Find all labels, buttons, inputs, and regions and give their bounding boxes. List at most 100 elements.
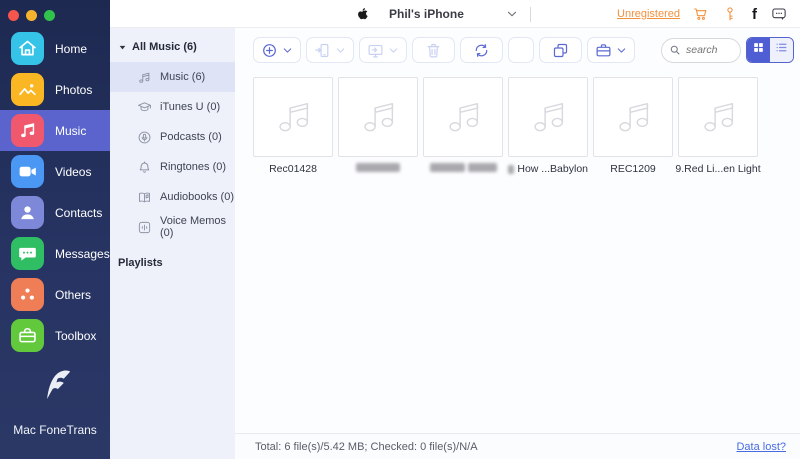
add-button[interactable] [253, 37, 301, 63]
redacted-text [429, 163, 465, 172]
library-item-podcasts[interactable]: Podcasts (0) [110, 122, 235, 152]
home-icon [11, 32, 44, 65]
ringtone-button[interactable] [508, 37, 534, 63]
library-item-voice-memos[interactable]: Voice Memos (0) [110, 212, 235, 242]
minimize-window-button[interactable] [26, 10, 37, 21]
view-toggle [746, 37, 794, 63]
library-item-label: Music (6) [160, 71, 206, 83]
library-item-label: Voice Memos (0) [160, 215, 227, 239]
contacts-icon [11, 196, 44, 229]
sidebar-item-photos[interactable]: Photos [0, 69, 110, 110]
sidebar-item-toolbox[interactable]: Toolbox [0, 315, 110, 356]
others-icon [11, 278, 44, 311]
music-note-thumbnail-icon[interactable] [423, 77, 503, 157]
music-note-thumbnail-icon[interactable] [253, 77, 333, 157]
sidebar-item-label: Videos [55, 164, 92, 179]
app-window: Home Photos Music Videos Contacts Messages Oth… [0, 0, 800, 459]
sidebar-item-home[interactable]: Home [0, 28, 110, 69]
music-note-thumbnail-icon[interactable] [338, 77, 418, 157]
library-sidebar: All Music (6) Music (6) iTunes U (0) Podca… [110, 28, 235, 459]
library-group-label: All Music (6) [132, 41, 197, 53]
cart-icon[interactable] [693, 6, 709, 22]
library-item-label: Audiobooks (0) [160, 191, 234, 203]
search-input[interactable] [686, 44, 733, 56]
toolbox-icon [11, 319, 44, 352]
toolbox-button[interactable] [587, 37, 635, 63]
sidebar-item-videos[interactable]: Videos [0, 151, 110, 192]
device-name: Phil's iPhone [389, 7, 464, 21]
library-item-ringtones[interactable]: Ringtones (0) [110, 152, 235, 182]
library-item-label: iTunes U (0) [160, 101, 221, 113]
sidebar-item-music[interactable]: Music [0, 110, 110, 151]
apple-icon [356, 6, 370, 22]
data-lost-link[interactable]: Data lost? [736, 441, 786, 453]
app-name: Mac FoneTrans [13, 423, 97, 437]
library-item-audiobooks[interactable]: Audiobooks (0) [110, 182, 235, 212]
music-note-icon [137, 70, 152, 85]
file-name: 9.Red Li...en Light [675, 163, 761, 175]
chevron-down-icon [282, 45, 293, 56]
content-area: Rec01428 How ...Babylon REC1209 9.Red Li...… [235, 28, 800, 433]
main-sidebar: Home Photos Music Videos Contacts Messages Oth… [0, 0, 110, 459]
audiobook-icon [137, 190, 152, 205]
refresh-button[interactable] [460, 37, 503, 63]
music-file-card[interactable] [423, 77, 503, 175]
sidebar-item-label: Music [55, 123, 87, 138]
music-note-thumbnail-icon[interactable] [678, 77, 758, 157]
playlists-header[interactable]: Playlists [110, 242, 235, 269]
music-file-card[interactable]: How ...Babylon [508, 77, 588, 175]
export-to-device-button[interactable] [306, 37, 354, 63]
sidebar-item-label: Toolbox [55, 328, 97, 343]
search-box [661, 37, 741, 63]
status-bar: Total: 6 file(s)/5.42 MB; Checked: 0 fil… [235, 433, 800, 459]
close-window-button[interactable] [8, 10, 19, 21]
file-name: REC1209 [610, 163, 656, 175]
library-group-header[interactable]: All Music (6) [110, 28, 235, 62]
music-file-card[interactable]: 9.Red Li...en Light [675, 77, 761, 175]
library-item-music[interactable]: Music (6) [110, 62, 235, 92]
music-file-card[interactable]: Rec01428 [253, 77, 333, 175]
photos-icon [11, 73, 44, 106]
sidebar-item-label: Photos [55, 82, 93, 97]
facebook-icon[interactable]: f [751, 7, 758, 22]
device-selector[interactable]: Phil's iPhone [356, 0, 531, 28]
sidebar-nav: Home Photos Music Videos Contacts Messages Oth… [0, 28, 110, 356]
app-logo-icon [37, 370, 73, 408]
zoom-window-button[interactable] [44, 10, 55, 21]
redacted-text [467, 163, 497, 172]
sidebar-item-contacts[interactable]: Contacts [0, 192, 110, 233]
redacted-text [356, 163, 400, 172]
dedupe-button[interactable] [539, 37, 582, 63]
music-icon [11, 114, 44, 147]
search-icon [669, 44, 681, 56]
register-key-icon[interactable] [722, 6, 738, 22]
grid-view-icon [752, 41, 765, 59]
sidebar-item-others[interactable]: Others [0, 274, 110, 315]
collapse-triangle-icon[interactable] [118, 43, 127, 52]
list-view-button[interactable] [770, 38, 793, 62]
sidebar-item-messages[interactable]: Messages [0, 233, 110, 274]
divider [529, 6, 531, 22]
delete-button[interactable] [412, 37, 455, 63]
file-name [338, 163, 418, 172]
export-to-computer-button[interactable] [359, 37, 407, 63]
podcast-icon [137, 130, 152, 145]
feedback-icon[interactable] [771, 6, 787, 22]
grid-view-button[interactable] [747, 38, 770, 62]
chevron-down-icon[interactable] [506, 8, 518, 20]
library-item-itunes-u[interactable]: iTunes U (0) [110, 92, 235, 122]
sidebar-item-label: Others [55, 287, 92, 302]
file-name [423, 163, 503, 172]
music-file-card[interactable]: REC1209 [593, 77, 673, 175]
library-item-label: Ringtones (0) [160, 161, 227, 173]
titlebar-actions: Unregistered f [617, 0, 787, 28]
music-note-thumbnail-icon[interactable] [508, 77, 588, 157]
library-list: Music (6) iTunes U (0) Podcasts (0) Rington… [110, 62, 235, 242]
unregistered-link[interactable]: Unregistered [617, 8, 680, 20]
chevron-down-icon [335, 45, 346, 56]
toolbar [235, 28, 800, 63]
file-name: How ...Babylon [508, 163, 588, 175]
music-note-thumbnail-icon[interactable] [593, 77, 673, 157]
files-grid: Rec01428 How ...Babylon REC1209 9.Red Li...… [235, 63, 800, 175]
music-file-card[interactable] [338, 77, 418, 175]
